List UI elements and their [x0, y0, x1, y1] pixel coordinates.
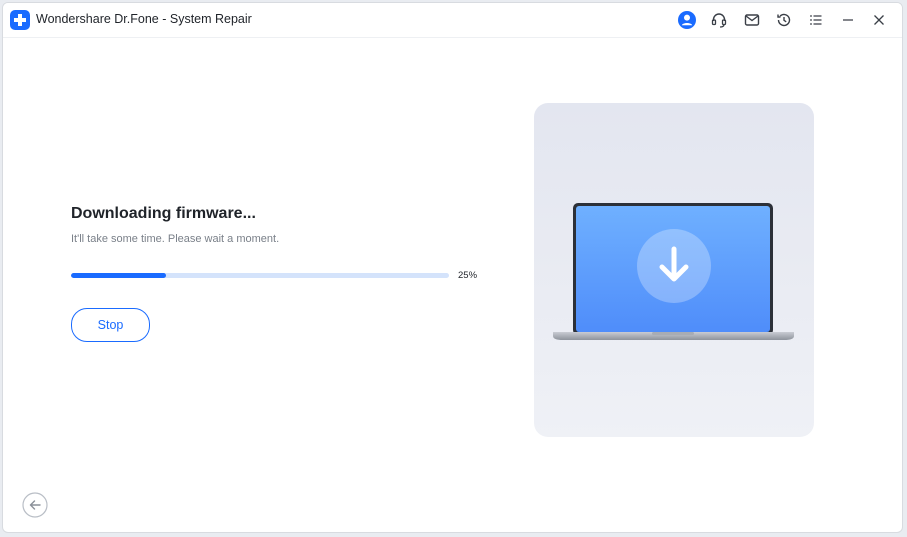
history-icon[interactable] — [774, 10, 794, 30]
app-logo-icon — [10, 10, 30, 30]
page-subtitle: It'll take some time. Please wait a mome… — [71, 233, 280, 245]
app-window: Wondershare Dr.Fone - System Repair Down… — [2, 2, 903, 533]
window-title: Wondershare Dr.Fone - System Repair — [36, 12, 252, 26]
download-progress-bar — [71, 273, 449, 278]
stop-button[interactable]: Stop — [71, 308, 150, 342]
laptop-download-icon — [553, 203, 794, 340]
page-title: Downloading firmware... — [71, 205, 256, 222]
progress-percentage: 25% — [458, 270, 478, 281]
mail-icon[interactable] — [742, 10, 762, 30]
close-icon[interactable] — [869, 10, 889, 30]
illustration-card — [534, 103, 814, 437]
title-bar: Wondershare Dr.Fone - System Repair — [3, 3, 902, 38]
minimize-icon[interactable] — [838, 10, 858, 30]
back-arrow-icon[interactable] — [22, 492, 48, 518]
menu-icon[interactable] — [806, 10, 826, 30]
account-icon[interactable] — [677, 10, 697, 30]
progress-fill — [71, 273, 166, 278]
support-headset-icon[interactable] — [709, 10, 729, 30]
